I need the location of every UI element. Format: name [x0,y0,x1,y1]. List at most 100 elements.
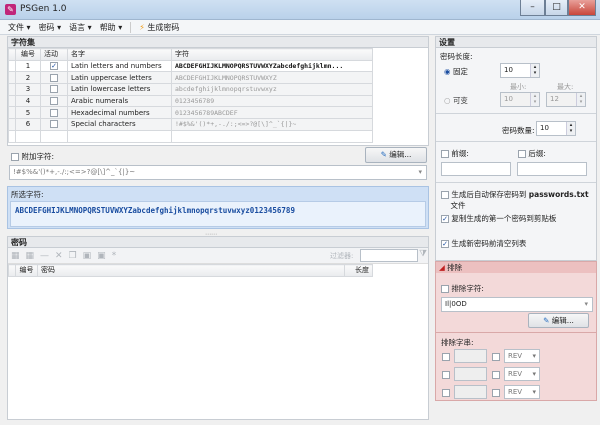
fixed-radio[interactable]: ◉ 固定 [444,66,468,77]
chevron-down-icon: ▾ [532,388,536,396]
separator [130,21,132,33]
charset-table: 编号 活动 名字 字符 1 ✓ Latin letters and number… [8,48,373,143]
close-button[interactable]: ✕ [568,0,596,16]
charset-num: 3 [15,83,41,96]
clear-list-checkbox[interactable]: ✓ 生成新密码前清空列表 [441,238,526,249]
rev-combo[interactable]: REV ▾ [504,385,540,399]
exclude-string-checkbox[interactable] [442,353,450,361]
charset-row[interactable]: 3 Latin lowercase letters abcdefghijklmn… [8,83,373,96]
exclude-chars-checkbox[interactable]: 排除字符: [441,283,484,294]
filter-input[interactable] [360,249,418,262]
charset-chars: ABCDEFGHIJKLMNOPQRSTUVWXYZabcdefghijklmn… [171,59,373,73]
copy-first-checkbox[interactable]: ✓ 复制生成的第一个密码到剪贴板 [441,213,556,224]
exclude-string-input[interactable] [454,349,487,363]
rev-combo[interactable]: REV ▾ [504,367,540,381]
copy-icon[interactable]: ❐ [69,251,77,261]
charset-num: 6 [15,118,41,131]
suffix-checkbox[interactable]: 后缀: [518,148,546,159]
menu-language[interactable]: 语言 ▾ [69,22,92,33]
exclude-edit-button[interactable]: ✎ 编辑... [528,313,589,328]
exclude-string-input[interactable] [454,385,487,399]
exclude-strings-label: 排除字串: [441,338,474,347]
col-num[interactable]: 编号 [15,264,38,277]
charset-row[interactable]: 4 Arabic numerals 0123456789 [8,94,373,108]
prefix-input[interactable] [441,162,511,176]
settings-panel: 设置 密码长度: ◉ 固定 10 ▴ ▾ ○ 可变 最小: 最大: 10 ▴ ▾ 12 ▴… [435,36,597,261]
charset-row[interactable]: 5 Hexadecimal numbers 0123456789ABCDEF [8,106,373,120]
charset-name: Latin uppercase letters [67,71,172,85]
charset-name: Special characters [67,118,172,131]
min-length-spinner[interactable]: 10 ▴ ▾ [500,92,540,107]
menu-file[interactable]: 文件 ▾ [8,22,31,33]
chevron-down-icon: ▾ [418,168,422,176]
extra-chars-combo[interactable]: !#$%&'()*+,-./:;<=>?@[\]^_`{|}~ ▾ [9,165,427,180]
key-icon: ✎ [5,4,16,15]
col-length[interactable]: 长度 [344,264,373,277]
charset-row[interactable]: 1 ✓ Latin letters and numbers ABCDEFGHIJ… [8,59,373,73]
passwords-table: 编号 密码 长度 [8,264,373,277]
prefix-checkbox[interactable]: 前缀: [441,148,469,159]
col-name[interactable]: 名字 [67,48,172,61]
chevron-down-icon: ▾ [532,370,536,378]
charset-num: 5 [15,106,41,120]
charset-row[interactable]: 6 Special characters !#$%&'()*+,-./:;<=>… [8,118,373,131]
autosave-checkbox[interactable]: 生成后自动保存密码到 passwords.txt 文件 [441,189,591,211]
filter-label: 过滤器: [330,252,354,260]
col-password[interactable]: 密码 [37,264,345,277]
menu-toolbar: 文件 ▾ 密码 ▾ 语言 ▾ 帮助 ▾ ⚡ 生成密码 [0,20,600,35]
rev-checkbox[interactable] [492,389,500,397]
deselect-icon[interactable]: ▦ [26,251,35,261]
charset-active-checkbox[interactable] [50,85,58,94]
delete-icon[interactable]: ✕ [55,251,63,261]
length-label: 密码长度: [440,52,473,61]
menu-help[interactable]: 帮助 ▾ [100,22,123,33]
minimize-button[interactable]: – [520,0,545,16]
exclude-string-checkbox[interactable] [442,389,450,397]
rev-checkbox[interactable] [492,371,500,379]
charset-chars: 0123456789ABCDEF [171,106,373,120]
collapse-triangle-icon: ◢ [439,263,445,272]
variable-radio[interactable]: ○ 可变 [444,95,468,106]
max-length-spinner[interactable]: 12 ▴ ▾ [546,92,586,107]
rev-checkbox[interactable] [492,353,500,361]
chevron-down-icon: ▾ [584,300,588,308]
select-all-icon[interactable]: ▦ [11,251,20,261]
selected-chars-field[interactable]: ABCDEFGHIJKLMNOPQRSTUVWXYZabcdefghijklmn… [10,201,426,227]
selected-chars-panel: 所选字符: ABCDEFGHIJKLMNOPQRSTUVWXYZabcdefgh… [7,186,429,229]
charset-active-checkbox[interactable] [50,120,58,129]
charset-name: Latin lowercase letters [67,83,172,96]
menu-password[interactable]: 密码 ▾ [39,22,62,33]
col-active[interactable]: 活动 [40,48,68,61]
exclude-string-input[interactable] [454,367,487,381]
save-as-icon[interactable]: ▣ [97,251,106,261]
save-icon[interactable]: ▣ [83,251,92,261]
extra-chars-checkbox[interactable] [11,152,19,161]
filter-icon[interactable]: ⧩ [419,249,427,259]
settings-title: 设置 [436,37,596,48]
charset-num: 1 [15,59,41,73]
extra-edit-button[interactable]: ✎ 编辑... [365,147,427,163]
generate-button[interactable]: ⚡ 生成密码 [139,22,179,33]
charset-row[interactable]: 2 Latin uppercase letters ABCDEFGHIJKLMN… [8,71,373,85]
charset-active-checkbox[interactable] [50,97,58,106]
exclude-chars-combo[interactable]: Il|0OD ▾ [441,297,593,312]
edit-icon: ✎ [543,316,550,325]
charset-active-checkbox[interactable]: ✓ [50,62,58,71]
col-chars[interactable]: 字符 [171,48,373,61]
fixed-length-spinner[interactable]: 10 ▴ ▾ [500,63,540,78]
rev-combo[interactable]: REV ▾ [504,349,540,363]
maximize-button[interactable]: □ [545,0,568,16]
remove-icon[interactable]: — [40,251,49,261]
charset-active-checkbox[interactable] [50,108,58,117]
charset-name: Latin letters and numbers [67,59,172,73]
col-num[interactable]: 编号 [15,48,41,61]
count-spinner[interactable]: 10 ▴ ▾ [536,121,576,136]
passwords-title: 密码 [8,237,428,248]
charset-chars: ABCDEFGHIJKLMNOPQRSTUVWXYZ [171,71,373,85]
suffix-input[interactable] [517,162,587,176]
chevron-down-icon: ▾ [532,352,536,360]
exclude-string-checkbox[interactable] [442,371,450,379]
charset-active-checkbox[interactable] [50,73,58,82]
exclude-header[interactable]: ◢ 排除 [436,262,596,273]
star-icon[interactable]: * [112,251,117,261]
